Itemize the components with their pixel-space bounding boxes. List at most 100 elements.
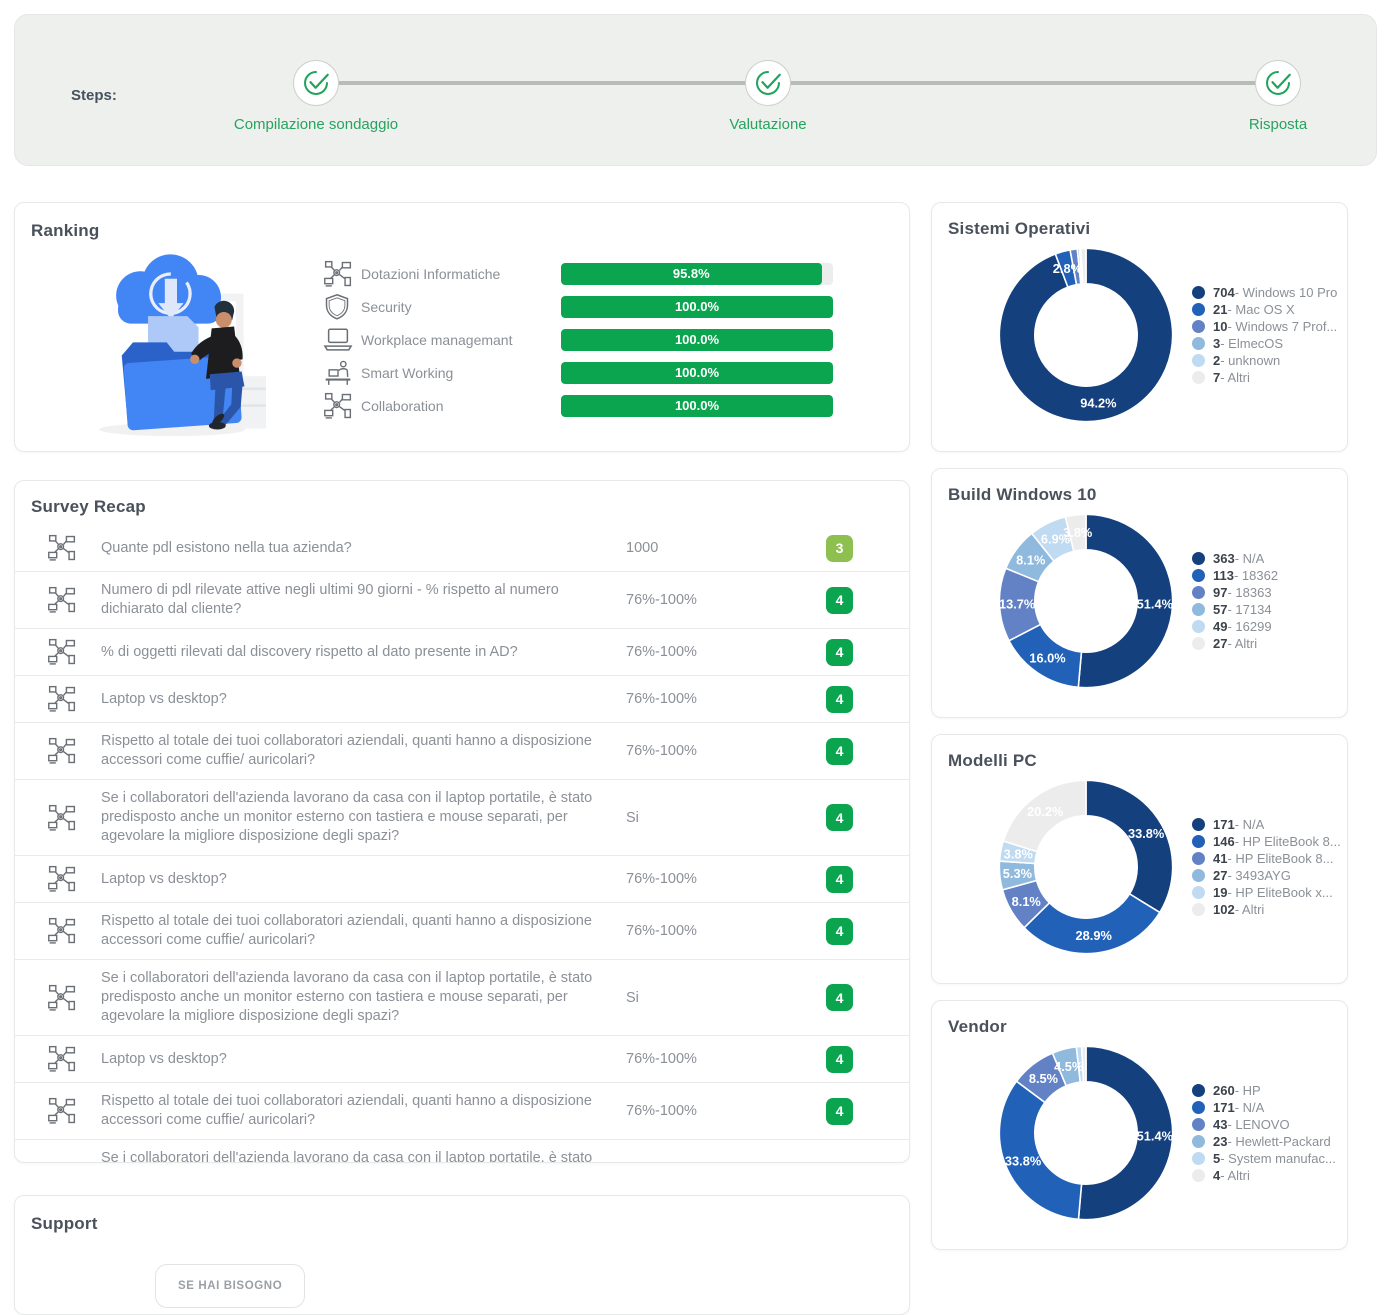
legend-item: 97 - 18363 xyxy=(1192,585,1278,600)
legend-dot-icon xyxy=(1192,835,1205,848)
donut-chart[interactable]: 51.4%16.0%13.7%8.1%6.9%3.8% xyxy=(990,505,1182,697)
network-icon xyxy=(48,917,76,944)
legend-label: - LENOVO xyxy=(1227,1117,1290,1132)
check-icon xyxy=(304,71,329,95)
legend-item: 57 - 17134 xyxy=(1192,602,1278,617)
chart-title: Modelli PC xyxy=(948,751,1037,770)
donut-chart[interactable]: 51.4%33.8%8.5%4.5% xyxy=(990,1037,1182,1229)
survey-question: Quante pdl esistono nella tua azienda? xyxy=(101,539,352,556)
progress-bar: 100.0% xyxy=(561,361,833,384)
ranking-rows: Dotazioni Informatiche 95.8% Security 10… xyxy=(323,245,883,437)
legend-item: 27 - Altri xyxy=(1192,636,1278,651)
progress-bar-fill: 95.8% xyxy=(561,262,822,285)
legend-value: 4 xyxy=(1213,1168,1221,1183)
support-button[interactable]: SE HAI BISOGNO xyxy=(155,1264,306,1308)
legend-value: 23 xyxy=(1213,1134,1228,1149)
legend-item: 41 - HP EliteBook 8... xyxy=(1192,851,1341,866)
survey-question: Rispetto al totale dei tuoi collaborator… xyxy=(101,1093,592,1128)
slice-percent-label: 8.1% xyxy=(1012,894,1042,909)
progress-value: 95.8% xyxy=(672,266,710,281)
donut-slice[interactable] xyxy=(1085,779,1174,914)
survey-row: Rispetto al totale dei tuoi collaborator… xyxy=(15,902,909,959)
check-icon xyxy=(756,71,781,95)
legend-value: 19 xyxy=(1213,885,1228,900)
charts-column: Sistemi Operativi 94.2% 2.8% 704 - Window… xyxy=(931,202,1348,1266)
survey-score-badge: 4 xyxy=(826,1045,853,1073)
legend-value: 171 xyxy=(1213,1100,1235,1115)
support-card: Support SE HAI BISOGNO xyxy=(14,1195,910,1315)
legend-dot-icon xyxy=(1192,603,1205,616)
survey-answer: 76%-100% xyxy=(626,592,697,608)
survey-question: Laptop vs desktop? xyxy=(101,690,227,707)
steps-progress-card: Steps: Compilazione sondaggio Valutazion… xyxy=(14,14,1377,166)
slice-percent-label: 16.0% xyxy=(1029,651,1066,666)
legend-value: 27 xyxy=(1213,636,1228,651)
ranking-illustration xyxy=(31,245,323,437)
chart-card: Sistemi Operativi 94.2% 2.8% 704 - Window… xyxy=(931,202,1348,452)
chart-legend: 260 - HP 171 - N/A 43 - LENOVO 23 - Hewl… xyxy=(1192,1081,1336,1185)
donut-chart[interactable]: 33.8% 28.9% 8.1% 5.3% 3.8% 20.2% xyxy=(990,771,1182,963)
donut-slice[interactable] xyxy=(998,1080,1083,1221)
donut-chart[interactable]: 94.2% 2.8% xyxy=(990,239,1182,431)
network-icon xyxy=(48,804,76,831)
ranking-row-label: Workplace managemant xyxy=(361,331,513,348)
survey-score-badge: 4 xyxy=(826,984,853,1011)
survey-question: Laptop vs desktop? xyxy=(101,1050,227,1067)
steps-label: Steps: xyxy=(71,87,117,104)
legend-label: - 3493AYG xyxy=(1227,868,1291,883)
legend-dot-icon xyxy=(1192,1118,1205,1131)
legend-dot-icon xyxy=(1192,637,1205,650)
chart-card: Build Windows 10 51.4% 16.0% 13.7% 8.1% 6.9%… xyxy=(931,468,1348,718)
legend-item: 4 - Altri xyxy=(1192,1168,1336,1183)
legend-label: - Altri xyxy=(1234,902,1265,917)
legend-value: 97 xyxy=(1213,585,1228,600)
legend-label: - HP xyxy=(1234,1083,1261,1098)
legend-value: 260 xyxy=(1213,1083,1235,1098)
legend-dot-icon xyxy=(1192,586,1205,599)
progress-bar-fill: 100.0% xyxy=(561,361,833,384)
survey-question: % di oggetti rilevati dal discovery risp… xyxy=(101,643,518,660)
survey-answer: 76%-100% xyxy=(626,691,697,707)
legend-label: - 18363 xyxy=(1227,585,1272,600)
legend-label: - N/A xyxy=(1234,817,1265,832)
slice-percent-label: 28.9% xyxy=(1076,928,1113,943)
step-item: Valutazione xyxy=(653,60,883,133)
legend-value: 363 xyxy=(1213,551,1235,566)
legend-item: 171 - N/A xyxy=(1192,817,1341,832)
progress-value: 100.0% xyxy=(674,398,720,413)
slice-percent-label: 5.3% xyxy=(1003,866,1033,881)
survey-row: Quante pdl esistono nella tua azienda? 1… xyxy=(15,525,909,571)
network-icon xyxy=(48,534,76,561)
progress-bar-fill: 100.0% xyxy=(561,295,833,318)
survey-answer: 76%-100% xyxy=(626,743,697,759)
legend-label: - HP EliteBook 8... xyxy=(1234,834,1341,849)
survey-score-badge: 4 xyxy=(826,865,853,893)
ranking-row: Smart Working 100.0% xyxy=(323,356,883,389)
survey-answer: Si xyxy=(626,809,639,826)
ranking-row-label: Security xyxy=(361,298,412,315)
progress-bar: 100.0% xyxy=(561,328,833,351)
legend-item: 21 - Mac OS X xyxy=(1192,302,1337,317)
ranking-row: Security 100.0% xyxy=(323,290,883,323)
survey-row: Laptop vs desktop? 76%-100% 4 xyxy=(15,675,909,722)
chart-legend: 363 - N/A 113 - 18362 97 - 18363 57 - 17… xyxy=(1192,549,1278,653)
slice-percent-label: 3.8% xyxy=(1004,847,1034,862)
legend-label: - HP EliteBook 8... xyxy=(1227,851,1334,866)
legend-label: - 17134 xyxy=(1227,602,1272,617)
progress-bar: 95.8% xyxy=(561,262,833,285)
legend-label: - HP EliteBook x... xyxy=(1227,885,1333,900)
legend-item: 113 - 18362 xyxy=(1192,568,1278,583)
legend-dot-icon xyxy=(1192,1169,1205,1182)
network-icon xyxy=(48,638,76,665)
legend-item: 704 - Windows 10 Pro xyxy=(1192,285,1337,300)
legend-label: - Altri xyxy=(1220,370,1250,385)
legend-value: 113 xyxy=(1213,568,1234,583)
survey-score-badge: 4 xyxy=(826,737,853,765)
legend-label: - N/A xyxy=(1234,1100,1265,1115)
legend-label: - ElmecOS xyxy=(1220,336,1284,351)
slice-percent-label: 94.2% xyxy=(1080,395,1117,410)
network-icon xyxy=(324,260,352,287)
legend-label: - N/A xyxy=(1234,551,1265,566)
legend-label: - Hewlett-Packard xyxy=(1227,1134,1331,1149)
legend-dot-icon xyxy=(1192,337,1205,350)
